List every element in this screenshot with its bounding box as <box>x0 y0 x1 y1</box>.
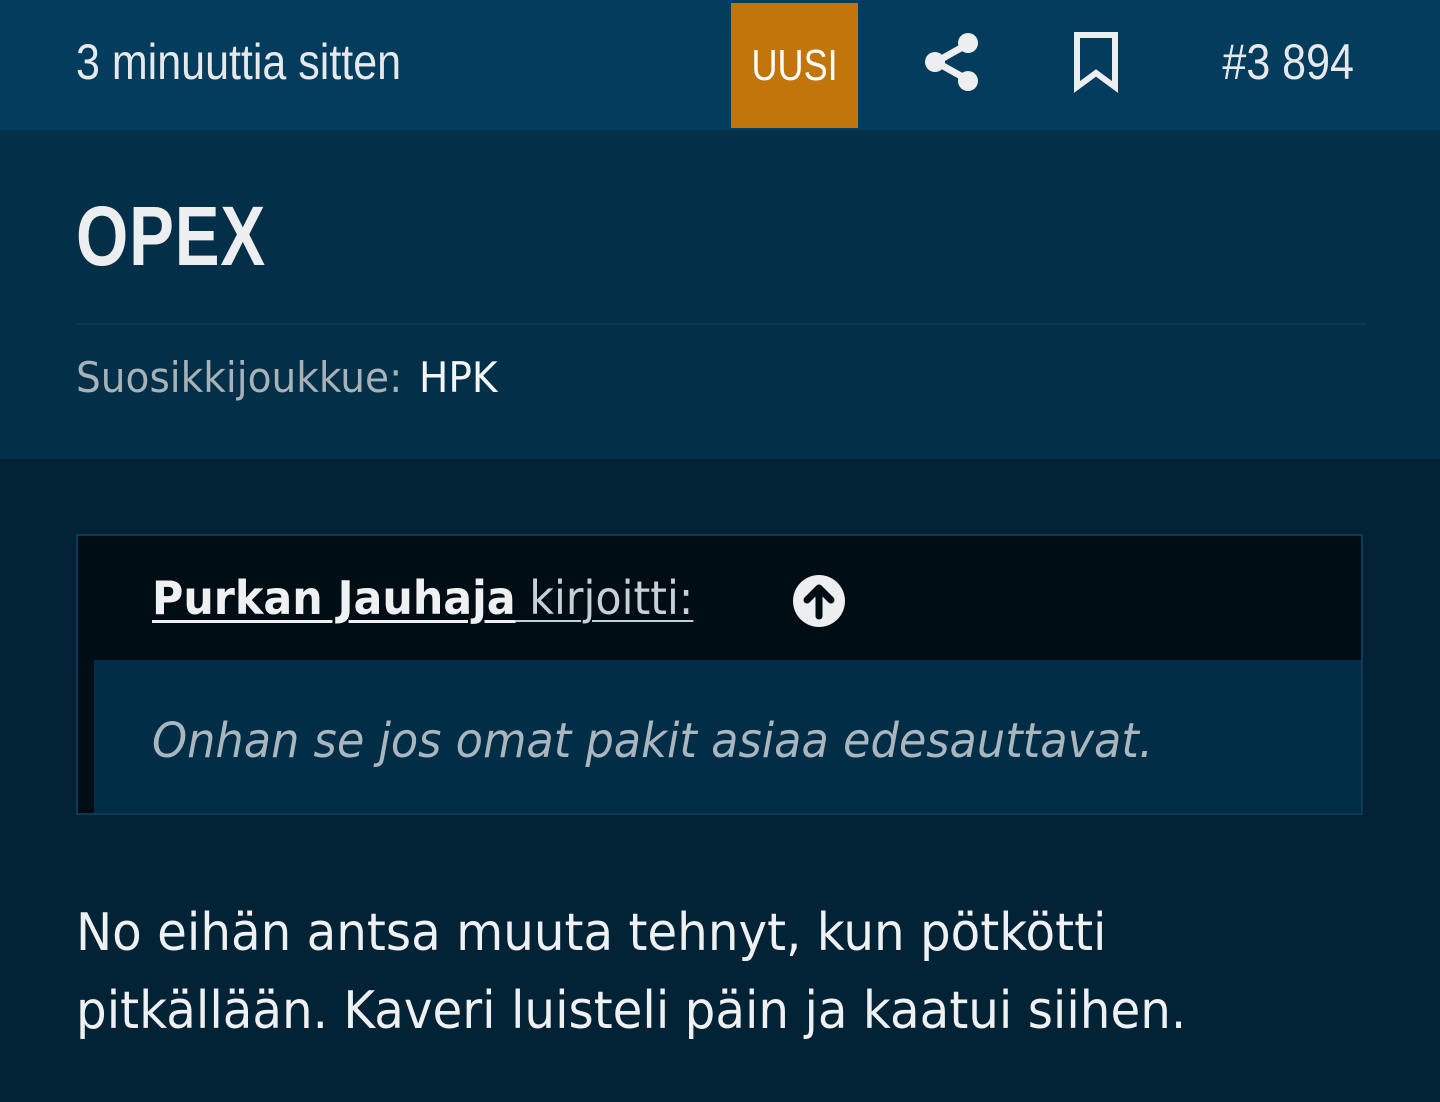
quote-attribution: Purkan Jauhaja kirjoitti: <box>152 570 693 626</box>
new-badge: UUSI <box>731 3 858 128</box>
author-divider <box>76 323 1366 325</box>
bookmark-icon <box>1074 32 1118 93</box>
share-button[interactable] <box>920 30 984 94</box>
favorite-team-label: Suosikkijoukkue: <box>76 353 403 402</box>
author-info: OPEX Suosikkijoukkue: HPK <box>0 133 1440 459</box>
post-header-bar: 3 minuuttia sitten UUSI #3 894 <box>0 0 1440 133</box>
post-body-line: No eihän antsa muuta tehnyt, kun pötkött… <box>76 903 1107 963</box>
post-number-link[interactable]: #3 894 <box>1222 30 1354 94</box>
quote-text: Onhan se jos omat pakit asiaa edesauttav… <box>152 713 1154 769</box>
post-body: No eihän antsa muuta tehnyt, kun pötkött… <box>76 894 1313 1050</box>
bookmark-button[interactable] <box>1064 30 1128 94</box>
quote-side-bar <box>78 536 94 813</box>
quote-wrote-label[interactable]: kirjoitti: <box>516 571 693 625</box>
quote-block: Purkan Jauhaja kirjoitti: Onhan se jos o… <box>76 534 1363 815</box>
author-name[interactable]: OPEX <box>76 191 266 281</box>
new-badge-label: UUSI <box>751 40 838 90</box>
arrow-up-circle-icon[interactable] <box>792 574 846 628</box>
post-body-line: pitkällään. Kaveri luisteli päin ja kaat… <box>76 981 1187 1041</box>
share-icon <box>925 33 978 91</box>
quote-header: Purkan Jauhaja kirjoitti: <box>94 536 1361 660</box>
favorite-team-value: HPK <box>418 353 498 402</box>
quote-author-link[interactable]: Purkan Jauhaja <box>152 571 516 625</box>
post-timestamp: 3 minuuttia sitten <box>76 34 402 90</box>
favorite-team-row: Suosikkijoukkue: HPK <box>76 351 498 405</box>
